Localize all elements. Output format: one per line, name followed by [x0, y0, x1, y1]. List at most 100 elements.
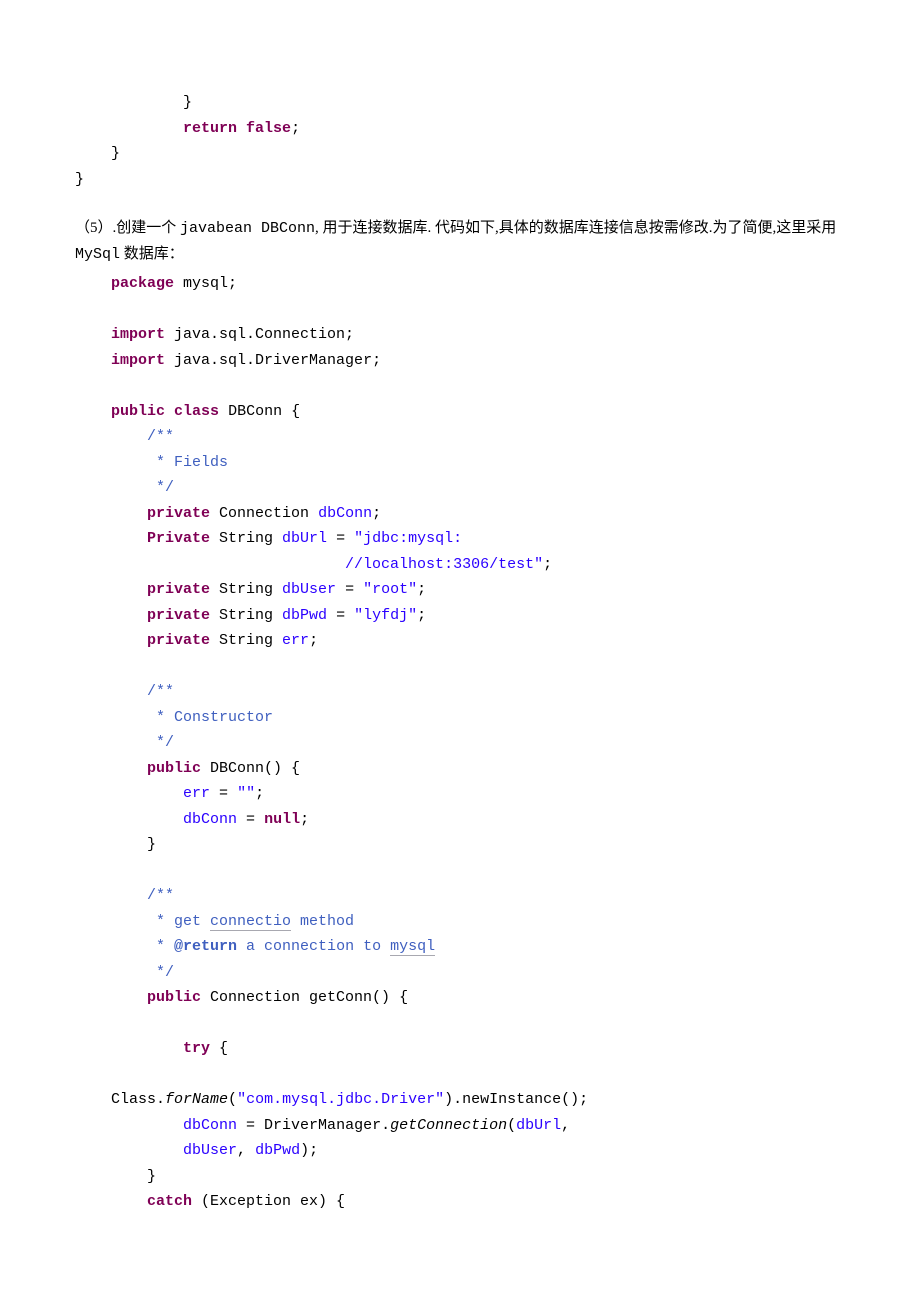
keyword-return-false: return false [183, 120, 291, 137]
code-text: ; [543, 556, 552, 573]
field-dburl: dbUrl [282, 530, 327, 547]
javadoc-comment: * get [75, 913, 210, 930]
keyword-package: package [111, 275, 174, 292]
code-text: } [75, 836, 156, 853]
code-text: Connection [210, 505, 318, 522]
pad [75, 581, 147, 598]
code-block-main: package mysql; import java.sql.Connectio… [75, 271, 845, 1215]
javadoc-underlined: connectio [210, 913, 291, 931]
keyword-try: try [183, 1040, 210, 1057]
keyword-public: public [147, 989, 201, 1006]
code-text: String [210, 632, 282, 649]
javadoc-comment: a connection to [237, 938, 390, 955]
code-text: Connection getConn() { [201, 989, 408, 1006]
code-text: } [75, 94, 192, 111]
code-text: mysql; [174, 275, 237, 292]
javadoc-comment: */ [75, 734, 174, 751]
keyword-private: private [147, 581, 210, 598]
code-text: , [561, 1117, 570, 1134]
javadoc-comment: * [75, 938, 174, 955]
string-literal: "root" [363, 581, 417, 598]
field-dbuser: dbUser [183, 1142, 237, 1159]
code-text: Class. [111, 1091, 165, 1108]
code-text: ; [372, 505, 381, 522]
code-text: = [237, 811, 264, 828]
code-text: java.sql.DriverManager; [165, 352, 381, 369]
para-text: 数据库： [120, 246, 184, 262]
string-literal: "com.mysql.jdbc.Driver" [237, 1091, 444, 1108]
string-literal: "lyfdj" [354, 607, 417, 624]
code-text: ( [507, 1117, 516, 1134]
pad [75, 403, 111, 420]
pad [75, 607, 147, 624]
field-dburl: dbUrl [516, 1117, 561, 1134]
code-text: , [237, 1142, 255, 1159]
javadoc-comment: */ [75, 479, 174, 496]
field-dbconn: dbConn [318, 505, 372, 522]
pad [75, 1142, 183, 1159]
code-text: ; [309, 632, 318, 649]
field-dbconn: dbConn [183, 811, 237, 828]
pad [75, 760, 147, 777]
code-text: { [210, 1040, 228, 1057]
pad [75, 505, 147, 522]
string-literal: //localhost:3306/test" [345, 556, 543, 573]
field-dbuser: dbUser [282, 581, 336, 598]
pad [75, 1117, 183, 1134]
code-text: (Exception ex) { [192, 1193, 345, 1210]
code-text: = DriverManager. [237, 1117, 390, 1134]
javadoc-comment: method [291, 913, 354, 930]
code-text: } [75, 145, 120, 162]
space [165, 403, 174, 420]
pad [75, 785, 183, 802]
keyword-private: private [147, 632, 210, 649]
code-text: ).newInstance(); [444, 1091, 588, 1108]
pad [75, 811, 183, 828]
paragraph-5: （5）.创建一个 javabean DBConn, 用于连接数据库. 代码如下,… [75, 216, 845, 267]
code-text: ( [228, 1091, 237, 1108]
javadoc-comment: /** [75, 887, 174, 904]
pad [75, 530, 147, 547]
para-code-javabean: javabean DBConn [180, 220, 315, 237]
field-dbpwd: dbPwd [282, 607, 327, 624]
pad [75, 275, 111, 292]
javadoc-comment: * Constructor [75, 709, 273, 726]
code-text: ; [417, 607, 426, 624]
code-text: DBConn() { [201, 760, 300, 777]
field-err: err [282, 632, 309, 649]
keyword-private: private [147, 607, 210, 624]
code-text: String [210, 530, 282, 547]
code-text: ; [417, 581, 426, 598]
keyword-catch: catch [147, 1193, 192, 1210]
code-text: ); [300, 1142, 318, 1159]
string-literal: "" [237, 785, 255, 802]
keyword-public: public [111, 403, 165, 420]
code-text: = [327, 607, 354, 624]
para-text: （5）.创建一个 [75, 220, 180, 236]
keyword-public: public [147, 760, 201, 777]
code-text: } [75, 171, 84, 188]
keyword-null: null [264, 811, 300, 828]
code-text: String [210, 607, 282, 624]
keyword-import: import [111, 326, 165, 343]
pad [75, 1040, 183, 1057]
pad [75, 1193, 147, 1210]
pad [75, 326, 111, 343]
code-text: = [327, 530, 354, 547]
code-text: = [336, 581, 363, 598]
code-text: ; [291, 120, 300, 137]
javadoc-comment: /** [75, 428, 174, 445]
code-text: String [210, 581, 282, 598]
keyword-class: class [174, 403, 219, 420]
pad [75, 352, 111, 369]
field-dbpwd: dbPwd [255, 1142, 300, 1159]
keyword-private-cap: Private [147, 530, 210, 547]
para-text: , 用于连接数据库. 代码如下,具体的数据库连接信息按需修改.为了简便,这里采用 [315, 220, 836, 236]
code-text [75, 120, 183, 137]
code-text: java.sql.Connection; [165, 326, 354, 343]
pad [75, 632, 147, 649]
keyword-import: import [111, 352, 165, 369]
keyword-private: private [147, 505, 210, 522]
code-block-top: } return false; } } [75, 90, 845, 192]
pad [75, 1091, 111, 1108]
